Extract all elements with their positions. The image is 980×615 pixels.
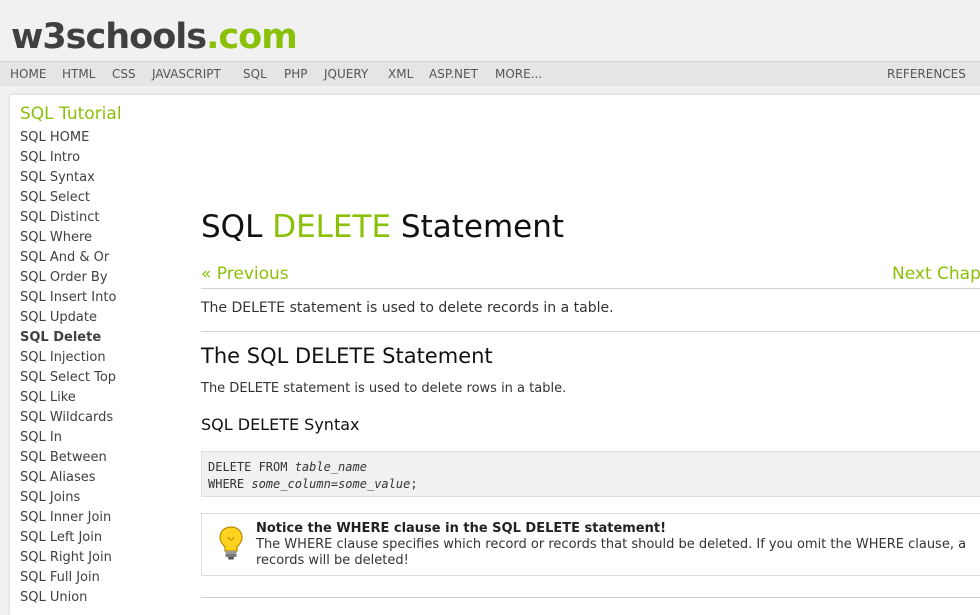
- page-title-pre: SQL: [201, 209, 273, 245]
- sidebar-item-update[interactable]: SQL Update: [20, 308, 180, 328]
- nav-home[interactable]: HOME: [10, 62, 46, 86]
- page-title-keyword: DELETE: [272, 209, 392, 245]
- notice-title: Notice the WHERE clause in the SQL DELET…: [256, 521, 667, 536]
- nav-references[interactable]: REFERENCES: [887, 62, 966, 86]
- sidebar-item-syntax[interactable]: SQL Syntax: [20, 168, 180, 188]
- sidebar-item-aliases[interactable]: SQL Aliases: [20, 468, 180, 488]
- sidebar-item-union[interactable]: SQL Union: [20, 588, 180, 608]
- sidebar-item-delete[interactable]: SQL Delete: [20, 328, 180, 348]
- sidebar-title: SQL Tutorial: [20, 104, 122, 124]
- top-navigation: HOME HTML CSS JAVASCRIPT SQL PHP JQUERY …: [0, 61, 980, 86]
- page-title: SQL DELETE Statement: [201, 208, 564, 246]
- section-text: The DELETE statement is used to delete r…: [201, 381, 567, 396]
- code-terminator: ;: [410, 477, 418, 491]
- nav-sql[interactable]: SQL: [243, 62, 267, 86]
- sidebar-item-intro[interactable]: SQL Intro: [20, 148, 180, 168]
- notice-text: The WHERE clause specifies which record …: [256, 537, 967, 568]
- lightbulb-icon: [218, 525, 244, 565]
- sidebar: SQL Tutorial SQL HOME SQL Intro SQL Synt…: [20, 104, 180, 608]
- sidebar-item-in[interactable]: SQL In: [20, 428, 180, 448]
- logo-domain: .com: [206, 17, 298, 57]
- sidebar-item-distinct[interactable]: SQL Distinct: [20, 208, 180, 228]
- sidebar-item-home[interactable]: SQL HOME: [20, 128, 180, 148]
- divider: [201, 597, 980, 598]
- code-variable: table_name: [294, 460, 367, 474]
- notice-box: Notice the WHERE clause in the SQL DELET…: [201, 513, 980, 576]
- code-keyword: DELETE FROM: [208, 460, 295, 474]
- sidebar-item-full-join[interactable]: SQL Full Join: [20, 568, 180, 588]
- code-variable: some_column: [251, 477, 331, 491]
- previous-link[interactable]: « Previous: [201, 263, 289, 285]
- sidebar-item-insert-into[interactable]: SQL Insert Into: [20, 288, 180, 308]
- next-chapter-link[interactable]: Next Chap: [892, 263, 980, 285]
- page-title-post: Statement: [391, 209, 565, 245]
- intro-text: The DELETE statement is used to delete r…: [201, 300, 614, 316]
- site-logo[interactable]: w3schools.com: [11, 16, 298, 58]
- nav-php[interactable]: PHP: [284, 62, 308, 86]
- sidebar-item-right-join[interactable]: SQL Right Join: [20, 548, 180, 568]
- nav-css[interactable]: CSS: [112, 62, 136, 86]
- logo-text: w3schools: [11, 17, 207, 57]
- sidebar-item-like[interactable]: SQL Like: [20, 388, 180, 408]
- sidebar-item-injection[interactable]: SQL Injection: [20, 348, 180, 368]
- syntax-heading: SQL DELETE Syntax: [201, 415, 360, 434]
- sidebar-item-joins[interactable]: SQL Joins: [20, 488, 180, 508]
- code-keyword: WHERE: [208, 477, 252, 491]
- code-example: DELETE FROM table_name WHERE some_column…: [201, 451, 980, 497]
- sidebar-item-wildcards[interactable]: SQL Wildcards: [20, 408, 180, 428]
- code-line: DELETE FROM table_name: [208, 459, 367, 475]
- divider: [201, 331, 980, 332]
- nav-jquery[interactable]: JQUERY: [324, 62, 368, 86]
- code-line: WHERE some_column=some_value;: [208, 476, 418, 492]
- sidebar-item-between[interactable]: SQL Between: [20, 448, 180, 468]
- sidebar-item-and-or[interactable]: SQL And & Or: [20, 248, 180, 268]
- sidebar-item-select[interactable]: SQL Select: [20, 188, 180, 208]
- nav-more[interactable]: MORE...: [495, 62, 542, 86]
- sidebar-item-order-by[interactable]: SQL Order By: [20, 268, 180, 288]
- section-heading: The SQL DELETE Statement: [201, 344, 493, 368]
- nav-html[interactable]: HTML: [62, 62, 95, 86]
- nav-javascript[interactable]: JAVASCRIPT: [152, 62, 221, 86]
- sidebar-item-inner-join[interactable]: SQL Inner Join: [20, 508, 180, 528]
- code-operator: =: [330, 477, 339, 491]
- nav-aspnet[interactable]: ASP.NET: [429, 62, 478, 86]
- code-variable: some_value: [338, 477, 411, 491]
- sidebar-item-where[interactable]: SQL Where: [20, 228, 180, 248]
- divider: [201, 288, 980, 289]
- sidebar-item-select-top[interactable]: SQL Select Top: [20, 368, 180, 388]
- nav-xml[interactable]: XML: [388, 62, 413, 86]
- sidebar-item-left-join[interactable]: SQL Left Join: [20, 528, 180, 548]
